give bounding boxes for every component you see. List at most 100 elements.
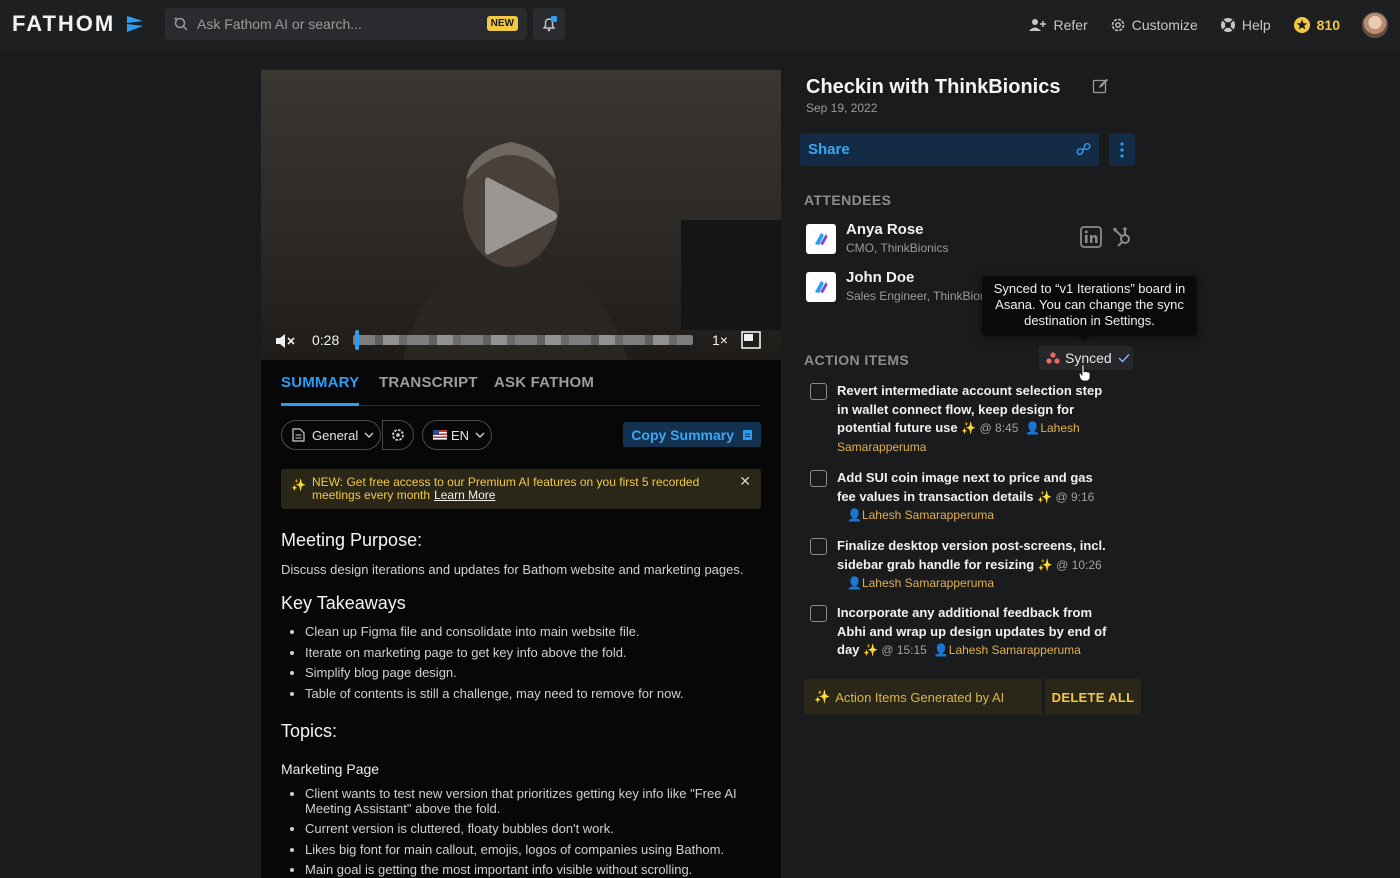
action-item-checkbox[interactable] <box>810 605 827 622</box>
company-logo-icon <box>806 272 836 302</box>
list-item: Simplify blog page design. <box>305 665 771 680</box>
sparkle-icon: ✨ <box>814 689 831 704</box>
ai-generated-label: Action Items Generated by AI <box>835 689 1005 705</box>
sync-tooltip: Synced to “v1 Iterations” board in Asana… <box>982 276 1197 336</box>
notice-message: NEW: Get free access to our Premium AI f… <box>312 476 732 502</box>
copy-document-icon <box>743 429 752 440</box>
meeting-purpose-heading: Meeting Purpose: <box>281 530 423 550</box>
hubspot-icon[interactable] <box>1112 226 1134 248</box>
search-bar[interactable]: NEW <box>165 8 527 40</box>
action-item-checkbox[interactable] <box>810 538 827 555</box>
gear-icon <box>1111 18 1125 32</box>
copy-summary-button[interactable]: Copy Summary <box>623 422 761 447</box>
person-icon: 👤 <box>1022 421 1041 435</box>
fathom-logo[interactable]: FATHOM <box>12 11 145 37</box>
attendees-heading: ATTENDEES <box>804 192 892 208</box>
close-icon[interactable]: ✕ <box>739 474 751 488</box>
customize-button[interactable]: Customize <box>1110 17 1198 33</box>
sparkle-icon: ✨ <box>961 421 980 435</box>
refer-button[interactable]: Refer <box>1029 17 1088 33</box>
more-options-button[interactable] <box>1109 133 1135 166</box>
share-button[interactable]: Share <box>800 133 1099 166</box>
tab-transcript[interactable]: TRANSCRIPT <box>379 374 478 391</box>
action-item-timestamp[interactable]: @ 15:15 <box>881 643 927 657</box>
topics-heading: Topics: <box>281 720 338 741</box>
attendee-name: Anya Rose <box>846 221 924 238</box>
sparkle-icon: ✨ <box>863 643 882 657</box>
linkedin-icon[interactable] <box>1080 226 1102 248</box>
action-item-checkbox[interactable] <box>810 470 827 487</box>
list-item: Table of contents is still a challenge, … <box>305 686 771 701</box>
topic-title: Marketing Page <box>281 760 380 777</box>
refer-label: Refer <box>1053 17 1088 33</box>
premium-notice-banner: ✨ NEW: Get free access to our Premium AI… <box>281 469 761 509</box>
user-avatar[interactable] <box>1362 12 1388 38</box>
meeting-date: Sep 19, 2022 <box>806 101 878 115</box>
attendee-name: John Doe <box>846 269 915 286</box>
video-controls: 0:28 1× <box>261 322 781 360</box>
video-background-monitor <box>681 220 781 330</box>
mute-icon[interactable] <box>275 332 297 350</box>
action-items-heading: ACTION ITEMS <box>804 352 910 368</box>
add-user-icon <box>1029 19 1047 31</box>
asana-icon <box>1046 352 1060 364</box>
action-item-timestamp[interactable]: @ 10:26 <box>1056 558 1102 572</box>
search-input[interactable] <box>197 16 477 32</box>
language-select[interactable]: EN <box>422 420 492 450</box>
lifebuoy-icon <box>1220 18 1235 32</box>
video-timecode: 0:28 <box>312 332 340 348</box>
share-label: Share <box>808 141 850 158</box>
video-player[interactable]: 0:28 1× <box>261 70 781 360</box>
content-tabs: SUMMARY TRANSCRIPT ASK FATHOM <box>281 370 761 406</box>
us-flag-icon <box>433 430 447 440</box>
tab-summary[interactable]: SUMMARY <box>281 374 359 391</box>
action-item-assignee[interactable]: Lahesh Samarapperuma <box>949 643 1081 657</box>
document-icon <box>292 428 305 442</box>
template-select[interactable]: General <box>281 420 381 450</box>
edit-icon[interactable] <box>1092 78 1109 95</box>
attendee-role: Sales Engineer, ThinkBior <box>846 289 984 303</box>
top-navigation-bar: FATHOM NEW Refer <box>0 0 1400 50</box>
vertical-dots-icon <box>1120 141 1124 158</box>
delete-all-button[interactable]: DELETE ALL <box>1045 679 1141 715</box>
action-item-timestamp[interactable]: @ 8:45 <box>980 421 1019 435</box>
tab-ask-fathom[interactable]: ASK FATHOM <box>494 374 594 391</box>
company-logo-icon <box>806 224 836 254</box>
bell-icon <box>542 16 557 32</box>
learn-more-link[interactable]: Learn More <box>434 488 495 502</box>
credits-counter[interactable]: 810 <box>1293 16 1340 34</box>
action-item-checkbox[interactable] <box>810 383 827 400</box>
list-item: Main goal is getting the most important … <box>305 862 761 877</box>
notifications-button[interactable] <box>533 8 565 40</box>
star-coin-icon <box>1293 17 1310 33</box>
copy-summary-label: Copy Summary <box>631 426 734 443</box>
help-label: Help <box>1241 17 1271 33</box>
meeting-title: Checkin with ThinkBionics <box>806 76 1061 98</box>
link-icon[interactable] <box>1076 142 1091 157</box>
picture-in-picture-icon[interactable] <box>741 331 761 349</box>
fathom-logo-mark-icon <box>127 16 144 32</box>
video-scrubber[interactable] <box>353 335 693 345</box>
help-button[interactable]: Help <box>1220 17 1271 33</box>
gear-icon <box>392 429 404 441</box>
action-item-assignee[interactable]: Lahesh Samarapperuma <box>862 576 994 590</box>
action-item-text: Incorporate any additional feedback from… <box>837 604 1122 660</box>
action-item-text: Add SUI coin image next to price and gas… <box>837 469 1107 525</box>
ai-generated-note: ✨ Action Items Generated by AI <box>804 679 1042 715</box>
sparkle-icon: ✨ <box>1037 489 1056 504</box>
mouse-pointer-icon <box>1078 364 1091 382</box>
attendee-role: CMO, ThinkBionics <box>846 241 949 255</box>
list-item: Clean up Figma file and consolidate into… <box>305 624 771 639</box>
action-item-assignee[interactable]: Lahesh Samarapperuma <box>862 508 994 522</box>
logo-text: FATHOM <box>12 11 116 36</box>
chevron-down-icon <box>364 432 374 438</box>
sparkle-icon: ✨ <box>291 478 306 492</box>
action-item-timestamp[interactable]: @ 9:16 <box>1055 490 1094 504</box>
customize-label: Customize <box>1131 17 1198 33</box>
scrubber-handle[interactable] <box>355 330 359 350</box>
playback-speed-button[interactable]: 1× <box>712 332 728 348</box>
play-icon[interactable] <box>483 174 559 258</box>
template-select-value: General <box>312 427 359 443</box>
summary-content: Meeting Purpose: Discuss design iteratio… <box>281 530 771 878</box>
summary-settings-button[interactable] <box>382 420 414 450</box>
